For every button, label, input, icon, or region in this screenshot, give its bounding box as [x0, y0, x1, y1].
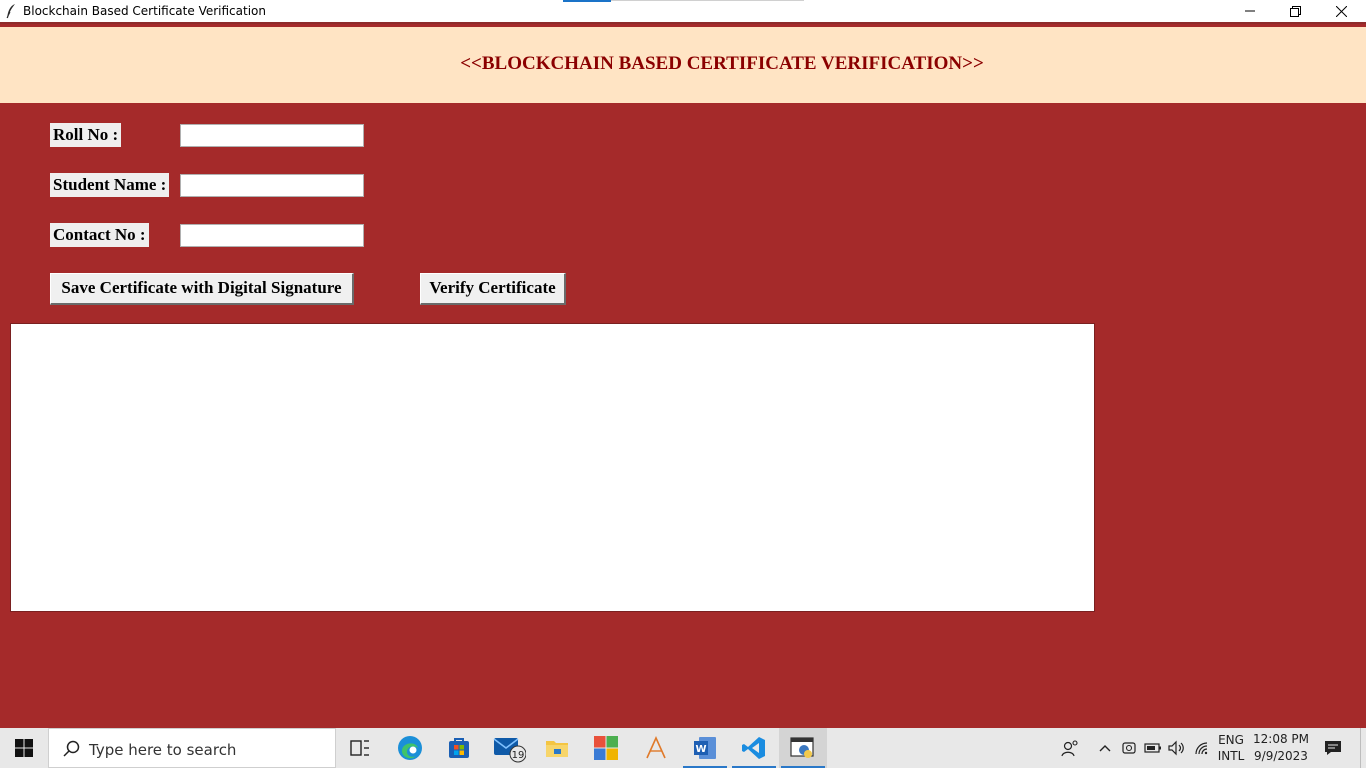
search-placeholder: Type here to search [89, 741, 237, 759]
battery-icon [1144, 743, 1161, 753]
restore-icon [1289, 5, 1301, 17]
contact-no-input[interactable] [180, 224, 364, 247]
save-certificate-button[interactable]: Save Certificate with Digital Signature [50, 273, 354, 305]
action-center-button[interactable] [1318, 728, 1348, 768]
restore-button[interactable] [1272, 0, 1318, 22]
word-icon: W [694, 737, 716, 759]
word-app[interactable]: W [681, 728, 729, 768]
edge-app[interactable] [386, 728, 434, 768]
volume-button[interactable] [1166, 728, 1188, 768]
roll-no-label: Roll No : [50, 123, 122, 147]
people-button[interactable] [1058, 728, 1082, 768]
battery-button[interactable] [1142, 728, 1164, 768]
window-title: Blockchain Based Certificate Verificatio… [23, 4, 266, 18]
show-desktop-button[interactable] [1360, 728, 1366, 768]
meet-now-button[interactable] [1119, 728, 1139, 768]
store-icon [449, 738, 469, 758]
clock-time: 12:08 PM [1253, 732, 1309, 746]
adobe-icon [646, 736, 666, 759]
output-text-area[interactable] [10, 323, 1095, 612]
roll-no-input[interactable] [180, 124, 364, 147]
titlebar-accent [563, 0, 611, 2]
windows-icon [15, 739, 33, 757]
close-button[interactable] [1318, 0, 1364, 22]
feather-icon [6, 4, 15, 19]
contact-no-label: Contact No : [50, 223, 149, 247]
mail-icon: 19 [493, 738, 526, 763]
office-app[interactable] [582, 728, 630, 768]
page-title: <<BLOCKCHAIN BASED CERTIFICATE VERIFICAT… [460, 53, 984, 74]
start-button[interactable] [0, 728, 48, 768]
mail-app[interactable]: 19 [485, 728, 533, 768]
folder-icon [546, 741, 568, 757]
taskbar: Type here to search 19 W ENG INTL 12:08 … [0, 728, 1366, 768]
python-window-icon [790, 737, 814, 758]
show-hidden-icons-button[interactable] [1094, 728, 1116, 768]
window-titlebar: Blockchain Based Certificate Verificatio… [0, 0, 1366, 24]
taskbar-search-box[interactable]: Type here to search [48, 728, 336, 768]
titlebar-divider [611, 0, 804, 1]
student-name-label: Student Name : [50, 173, 170, 197]
vscode-app[interactable] [730, 728, 778, 768]
speaker-icon [1168, 740, 1184, 756]
search-icon [63, 740, 80, 757]
camera-icon [1122, 742, 1136, 754]
keyboard-layout-text: INTL [1217, 749, 1245, 763]
minimize-icon [1245, 10, 1255, 12]
task-view-icon [350, 740, 369, 756]
edge-icon [398, 736, 422, 760]
adobe-app[interactable] [632, 728, 680, 768]
chevron-up-icon [1099, 745, 1111, 752]
student-name-input[interactable] [180, 174, 364, 197]
input-language-indicator[interactable]: ENG INTL [1215, 732, 1247, 764]
header-banner: <<BLOCKCHAIN BASED CERTIFICATE VERIFICAT… [0, 27, 1366, 103]
minimize-button[interactable] [1227, 0, 1273, 22]
people-icon [1061, 740, 1078, 757]
task-view-button[interactable] [336, 728, 384, 768]
wifi-icon [1195, 742, 1208, 755]
file-explorer-app[interactable] [533, 728, 581, 768]
network-button[interactable] [1191, 728, 1213, 768]
verify-certificate-button[interactable]: Verify Certificate [420, 273, 566, 305]
notification-icon [1325, 741, 1341, 755]
svg-text:W: W [695, 744, 706, 755]
vscode-icon [742, 737, 765, 759]
clock-date: 9/9/2023 [1254, 749, 1308, 763]
office-squares-icon [594, 736, 618, 760]
language-text: ENG [1218, 733, 1244, 747]
close-icon [1335, 5, 1347, 17]
clock[interactable]: 12:08 PM 9/9/2023 [1252, 731, 1310, 765]
mail-badge: 19 [512, 750, 525, 761]
store-app[interactable] [435, 728, 483, 768]
python-app[interactable] [779, 728, 827, 768]
